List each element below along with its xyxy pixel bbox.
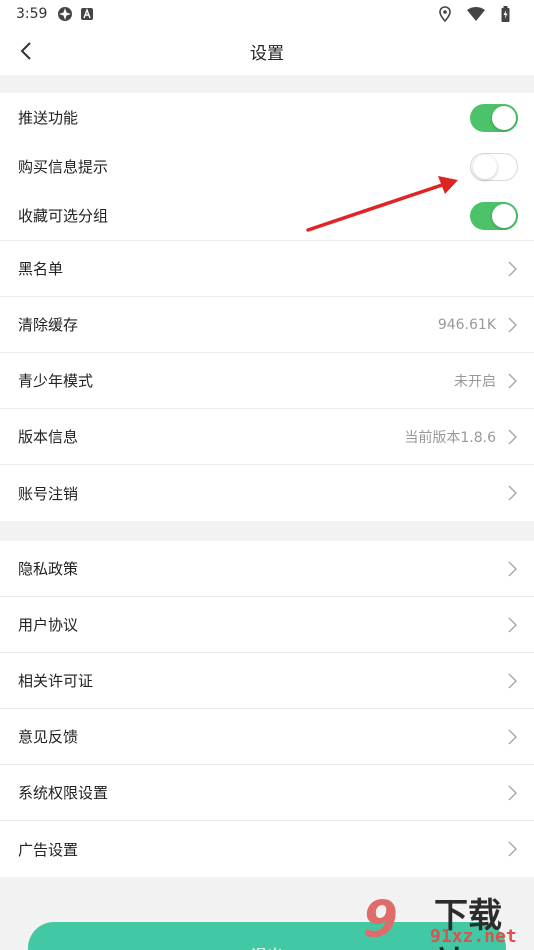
row-label: 版本信息 (18, 428, 79, 446)
row-label: 清除缓存 (18, 316, 79, 334)
a-square-icon (81, 8, 94, 20)
chevron-right-icon (506, 372, 518, 389)
location-icon (439, 6, 451, 22)
row-value: 946.61K (437, 316, 496, 333)
row-label: 青少年模式 (18, 372, 94, 390)
back-button[interactable] (14, 38, 38, 64)
settings-row-teen-mode[interactable]: 青少年模式 未开启 (0, 353, 534, 409)
row-label: 黑名单 (18, 260, 64, 278)
row-label: 相关许可证 (18, 672, 94, 690)
watermark-url: 91xz.net (430, 926, 517, 947)
chevron-right-icon (506, 841, 518, 857)
status-bar: 3:59 (0, 0, 534, 28)
toggle-row-purchase-tip: 购买信息提示 (0, 142, 534, 191)
chevron-right-icon (506, 316, 518, 333)
settings-row-licenses[interactable]: 相关许可证 (0, 653, 534, 709)
purchase-tip-toggle[interactable] (470, 152, 518, 181)
settings-row-clear-cache[interactable]: 清除缓存 946.61K (0, 297, 534, 353)
chevron-right-icon (506, 428, 518, 445)
settings-row-user-agreement[interactable]: 用户协议 (0, 597, 534, 653)
settings-row-ad-settings[interactable]: 广告设置 (0, 821, 534, 877)
settings-row-permissions[interactable]: 系统权限设置 (0, 765, 534, 821)
status-time: 3:59 (16, 6, 48, 22)
settings-row-privacy-policy[interactable]: 隐私政策 (0, 541, 534, 597)
chevron-right-icon (506, 616, 518, 633)
toggle-knob (473, 154, 497, 179)
wifi-icon (467, 7, 485, 21)
settings-group-2: 隐私政策 用户协议 相关许可证 意见反馈 系统权限设置 广告设置 (0, 541, 534, 877)
app-header: 设置 (0, 28, 534, 75)
toggle-group: 推送功能 购买信息提示 收藏可选分组 黑名单 清除缓存 946.61K 青少年模… (0, 93, 534, 521)
logout-label: 退出 (251, 942, 283, 950)
row-label: 广告设置 (18, 840, 79, 859)
toggle-knob (492, 105, 516, 130)
row-label: 用户协议 (18, 616, 79, 634)
chevron-right-icon (506, 560, 518, 577)
favorite-group-toggle[interactable] (470, 201, 518, 230)
chevron-right-icon (506, 728, 518, 745)
row-label: 系统权限设置 (18, 784, 109, 802)
row-label: 隐私政策 (18, 560, 79, 578)
toggle-label: 购买信息提示 (18, 158, 109, 176)
toggle-label: 收藏可选分组 (18, 207, 109, 225)
toggle-row-favorite-group: 收藏可选分组 (0, 191, 534, 240)
row-label: 账号注销 (18, 484, 79, 503)
chevron-right-icon (506, 672, 518, 689)
chevron-right-icon (506, 485, 518, 501)
settings-row-blacklist[interactable]: 黑名单 (0, 241, 534, 297)
settings-row-version[interactable]: 版本信息 当前版本1.8.6 (0, 409, 534, 465)
row-label: 意见反馈 (18, 728, 79, 746)
settings-row-account-deletion[interactable]: 账号注销 (0, 465, 534, 521)
app-icon (57, 6, 73, 22)
chevron-right-icon (506, 260, 518, 277)
back-arrow-icon (20, 42, 31, 60)
settings-row-feedback[interactable]: 意见反馈 (0, 709, 534, 765)
chevron-right-icon (506, 784, 518, 801)
toggle-row-push: 推送功能 (0, 93, 534, 142)
row-value: 当前版本1.8.6 (404, 429, 496, 446)
battery-icon (501, 6, 510, 22)
page-title: 设置 (250, 44, 284, 64)
row-value: 未开启 (454, 373, 496, 390)
watermark-logo: 9 (363, 890, 398, 948)
toggle-label: 推送功能 (18, 109, 79, 127)
toggle-knob (492, 203, 516, 228)
push-toggle[interactable] (470, 103, 518, 132)
